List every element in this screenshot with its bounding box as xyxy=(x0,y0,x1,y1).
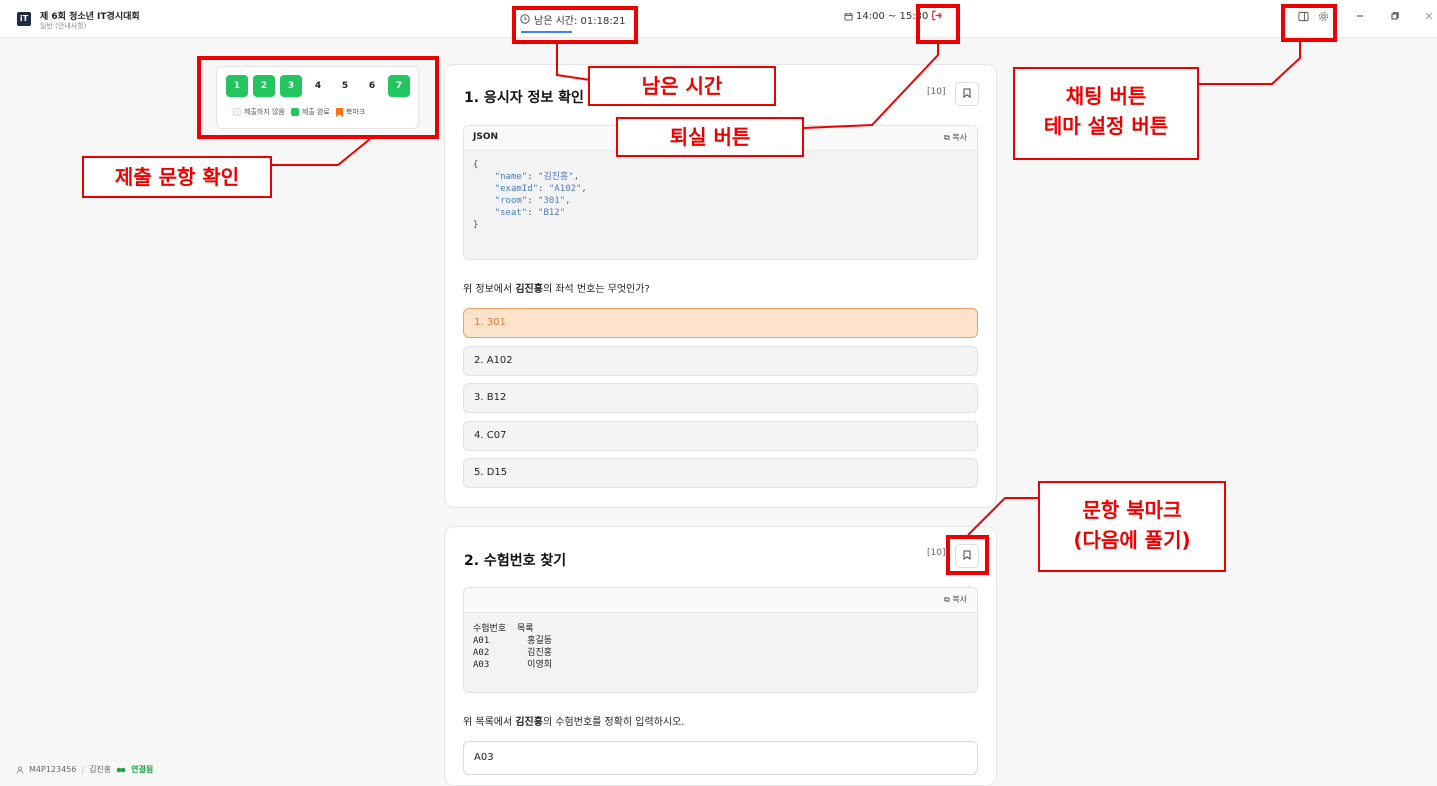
code-line: } xyxy=(473,220,479,230)
bookmark-icon xyxy=(963,88,971,98)
copy-label: 복사 xyxy=(952,133,967,142)
question-text: 위 정보에서 김진홍의 좌석 번호는 무엇인가? xyxy=(463,280,650,295)
text-part: 위 정보에서 xyxy=(463,284,516,295)
json-key: "examId" xyxy=(494,184,539,194)
app-subtitle: 일반 (안내사항) xyxy=(40,22,87,30)
json-key: "name" xyxy=(494,172,528,182)
highlight-question-navigator xyxy=(197,56,439,139)
code-content: { "name": "김진홍", "examId": "A102", "room… xyxy=(464,151,977,231)
answer-option-3[interactable]: 3. B12 xyxy=(463,383,978,413)
minimize-icon xyxy=(1357,15,1363,17)
answer-option-5[interactable]: 5. D15 xyxy=(463,458,978,488)
status-bar: M4P123456 | 김진홍 연결됨 xyxy=(16,764,153,775)
annotation-bookmark: 문항 북마크 (다음에 풀기) xyxy=(1038,481,1226,572)
user-icon xyxy=(16,765,24,774)
app-logo: iT xyxy=(17,12,31,26)
copy-button[interactable]: ⧉ 복사 xyxy=(944,132,967,143)
code-line: "name": "김진홍", xyxy=(494,172,580,182)
json-value: "A102" xyxy=(548,184,582,194)
connection-status: 연결됨 xyxy=(131,765,154,774)
highlight-exit-button xyxy=(916,4,960,44)
code-language: JSON xyxy=(473,132,499,142)
json-comma: , xyxy=(581,184,587,194)
question-title: 1. 응시자 정보 확인 xyxy=(464,90,584,106)
highlight-chat-theme-buttons xyxy=(1281,4,1337,42)
answer-option-2[interactable]: 2. A102 xyxy=(463,346,978,376)
question-title: 2. 수험번호 찾기 xyxy=(464,553,567,569)
close-window-button[interactable] xyxy=(1424,11,1434,24)
close-icon xyxy=(1425,12,1433,20)
question-card-2: 2. 수험번호 찾기 [10] ⧉ 복사 수험번호 목록 A01 홍길동 A02… xyxy=(444,526,997,786)
code-line: "examId": "A102", xyxy=(494,184,587,194)
question-points: [10] xyxy=(927,87,946,97)
user-name: 김진홍 xyxy=(89,765,112,774)
json-value: "김진홍" xyxy=(538,172,574,182)
answer-option-1[interactable]: 1. 301 xyxy=(463,308,978,338)
connection-icon xyxy=(116,767,126,773)
restore-button[interactable] xyxy=(1390,11,1400,24)
annotation-submission-check: 제출 문항 확인 xyxy=(82,156,272,198)
text-part: 의 좌석 번호는 무엇인가? xyxy=(542,284,650,295)
question-text: 위 목록에서 김진홍의 수험번호를 정확히 입력하시오. xyxy=(463,713,684,728)
copy-button[interactable]: ⧉ 복사 xyxy=(944,594,967,605)
code-line: A01 홍길동 xyxy=(473,636,553,646)
annotation-chat-button: 채팅 버튼 xyxy=(1065,84,1147,108)
code-block-header: ⧉ 복사 xyxy=(464,588,977,613)
json-value: "B12" xyxy=(538,208,566,218)
question-points: [10] xyxy=(927,548,946,558)
annotation-exit-button: 퇴실 버튼 xyxy=(616,117,804,157)
minimize-button[interactable] xyxy=(1355,11,1365,24)
leader-line-chat-theme xyxy=(1198,42,1301,85)
copy-label: 복사 xyxy=(952,595,967,604)
restore-icon xyxy=(1391,12,1399,20)
code-line: "room": "301", xyxy=(494,196,571,206)
title-bar: iT 제 6회 청소년 IT경시대회 일반 (안내사항) 남은 시간: 01:1… xyxy=(0,0,1437,38)
highlight-bookmark-button xyxy=(946,535,989,575)
json-comma: , xyxy=(573,172,580,182)
text-part: 의 수험번호를 정확히 입력하시오. xyxy=(542,717,685,728)
json-key: "room" xyxy=(494,196,528,206)
json-value: "301" xyxy=(538,196,566,206)
json-key: "seat" xyxy=(494,208,528,218)
code-line: 수험번호 목록 xyxy=(473,624,534,634)
code-block: ⧉ 복사 수험번호 목록 A01 홍길동 A02 김진홍 A03 이영희 xyxy=(463,587,978,693)
text-bold: 김진홍 xyxy=(515,284,543,295)
code-line: A02 김진홍 xyxy=(473,648,553,658)
code-content: 수험번호 목록 A01 홍길동 A02 김진홍 A03 이영희 xyxy=(464,613,977,671)
answer-option-4[interactable]: 4. C07 xyxy=(463,421,978,451)
code-line: "seat": "B12" xyxy=(494,208,566,218)
annotation-theme-button: 테마 설정 버튼 xyxy=(1043,114,1169,138)
annotation-remaining-time: 남은 시간 xyxy=(588,66,776,106)
answer-input[interactable]: A03 xyxy=(463,741,978,775)
annotation-chat-theme: 채팅 버튼 테마 설정 버튼 xyxy=(1013,67,1199,160)
code-line: { xyxy=(473,160,479,170)
text-bold: 김진홍 xyxy=(515,717,543,728)
annotation-bookmark-line2: (다음에 풀기) xyxy=(1073,528,1191,552)
calendar-icon xyxy=(844,12,853,21)
text-part: 위 목록에서 xyxy=(463,717,516,728)
annotation-bookmark-line1: 문항 북마크 xyxy=(1082,498,1182,522)
highlight-timer xyxy=(512,6,638,44)
code-line: A03 이영희 xyxy=(473,660,553,670)
separator: | xyxy=(81,765,85,774)
leader-line-navigator xyxy=(272,138,371,166)
bookmark-button[interactable] xyxy=(955,82,979,106)
json-comma: , xyxy=(565,196,571,206)
user-id: M4P123456 xyxy=(29,765,77,774)
